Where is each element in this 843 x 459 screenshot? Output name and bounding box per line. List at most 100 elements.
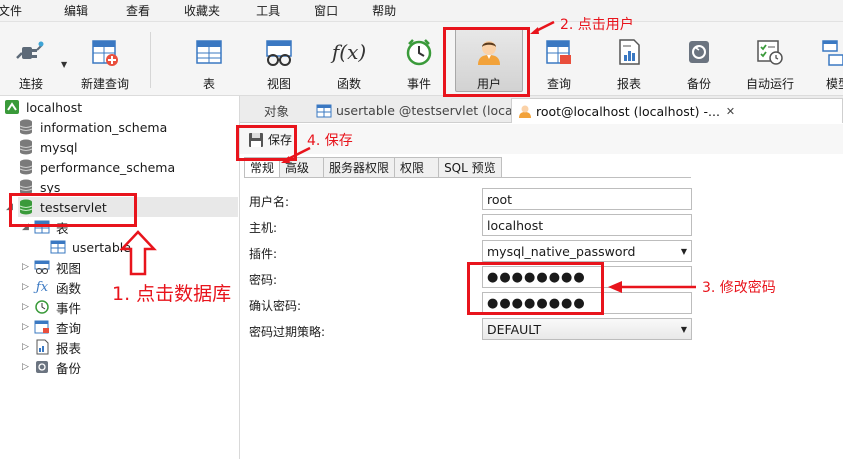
username-input[interactable]: root xyxy=(482,188,692,210)
event-label: 事件 xyxy=(406,77,431,91)
tree-group-functions[interactable]: ƒx 函数 xyxy=(34,277,81,297)
tree-db-information-schema[interactable]: information_schema xyxy=(18,117,167,137)
backup-button[interactable]: 备份 xyxy=(668,28,730,92)
toolbar-separator xyxy=(150,32,151,88)
tab-label: 对象 xyxy=(264,104,290,119)
password-expire-select[interactable]: DEFAULT ▼ xyxy=(482,318,692,340)
annotation-arrow-user xyxy=(530,20,555,34)
tab-user-root[interactable]: root@localhost (localhost) -... ✕ xyxy=(511,98,843,123)
table-icon xyxy=(50,239,66,255)
backup-label: 备份 xyxy=(686,77,711,91)
annotation-step3: 3. 修改密码 xyxy=(702,280,776,296)
expand-arrow-icon[interactable]: ▷ xyxy=(22,302,29,312)
tab-objects[interactable]: 对象 xyxy=(258,98,295,123)
tree-group-views[interactable]: 视图 xyxy=(34,257,81,277)
expand-arrow-icon[interactable]: ▷ xyxy=(22,262,29,272)
db-label: information_schema xyxy=(40,119,168,135)
query-button[interactable]: 查询 xyxy=(528,28,590,92)
password-expire-value: DEFAULT xyxy=(487,321,542,337)
tree-label: 视图 xyxy=(56,260,82,276)
document-tabs: 对象 usertable @testservlet (loca... root@… xyxy=(240,96,843,123)
model-icon xyxy=(816,36,843,67)
query-icon xyxy=(543,36,575,67)
menu-window[interactable]: 窗口 xyxy=(300,0,352,22)
menu-help[interactable]: 帮助 xyxy=(358,0,410,22)
backup-icon xyxy=(683,36,715,67)
view-icon xyxy=(34,259,50,275)
table-icon xyxy=(316,104,332,118)
function-icon: ƒx xyxy=(35,279,49,295)
expand-arrow-icon[interactable]: ▷ xyxy=(22,342,29,352)
view-button[interactable]: 视图 xyxy=(248,28,310,92)
annotation-box-password xyxy=(467,262,604,315)
menu-view[interactable]: 查看 xyxy=(112,0,164,22)
tab-usertable[interactable]: usertable @testservlet (loca... xyxy=(310,98,531,123)
tree-connection-localhost[interactable]: localhost xyxy=(4,97,82,117)
db-label: mysql xyxy=(40,139,78,155)
tab-label: usertable @testservlet (loca... xyxy=(336,103,525,118)
username-value: root xyxy=(487,191,513,207)
chevron-down-icon: ▼ xyxy=(680,246,687,256)
new-query-label: 新建查询 xyxy=(80,77,129,91)
annotation-arrow-password xyxy=(608,281,696,293)
clock-icon xyxy=(34,299,50,315)
tree-db-performance-schema[interactable]: performance_schema xyxy=(18,157,175,177)
model-button[interactable]: 模型 xyxy=(810,28,843,92)
event-button[interactable]: 事件 xyxy=(388,28,450,92)
tree-label: 备份 xyxy=(56,360,82,376)
schedule-button[interactable]: 自动运行 xyxy=(738,28,802,92)
expand-arrow-icon[interactable]: ▷ xyxy=(22,362,29,372)
annotation-step1: 1. 点击数据库 xyxy=(112,283,232,305)
report-label: 报表 xyxy=(616,77,641,91)
tree-group-queries[interactable]: 查询 xyxy=(34,317,81,337)
subtab-sql-preview[interactable]: SQL 预览 xyxy=(439,157,502,178)
new-query-button[interactable]: 新建查询 xyxy=(72,28,138,92)
host-label: 主机: xyxy=(249,221,278,235)
host-input[interactable]: localhost xyxy=(482,214,692,236)
connect-label: 连接 xyxy=(18,77,43,91)
menu-tools[interactable]: 工具 xyxy=(242,0,294,22)
subtab-divider xyxy=(244,177,691,178)
schedule-label: 自动运行 xyxy=(745,77,794,91)
function-button[interactable]: f(x) 函数 xyxy=(318,28,380,92)
report-icon xyxy=(613,36,645,67)
close-icon[interactable]: ✕ xyxy=(726,105,735,118)
menu-edit[interactable]: 编辑 xyxy=(50,0,102,22)
username-label: 用户名: xyxy=(249,195,290,209)
connection-label: localhost xyxy=(26,99,83,115)
annotation-arrow-database xyxy=(119,230,157,276)
query-icon xyxy=(34,319,50,335)
connect-button[interactable]: 连接 xyxy=(0,28,62,92)
tree-group-reports[interactable]: 报表 xyxy=(34,337,81,357)
connect-dropdown-icon[interactable]: ▼ xyxy=(61,60,67,69)
menu-favorites[interactable]: 收藏夹 xyxy=(170,0,234,22)
tab-label: root@localhost (localhost) -... xyxy=(536,103,720,119)
expand-arrow-icon[interactable]: ▷ xyxy=(22,282,29,292)
plugin-select[interactable]: mysql_native_password ▼ xyxy=(482,240,692,262)
plug-icon xyxy=(15,36,47,67)
table-button[interactable]: 表 xyxy=(178,28,240,92)
subtab-server-privileges[interactable]: 服务器权限 xyxy=(324,157,396,178)
tree-label: 事件 xyxy=(56,300,82,316)
host-value: localhost xyxy=(487,217,544,233)
view-icon xyxy=(263,36,295,67)
menu-file[interactable]: 文件 xyxy=(0,0,36,22)
tree-db-mysql[interactable]: mysql xyxy=(18,137,78,157)
report-button[interactable]: 报表 xyxy=(598,28,660,92)
database-icon xyxy=(18,119,34,135)
confirm-password-label: 确认密码: xyxy=(249,299,302,313)
annotation-step2: 2. 点击用户 xyxy=(560,17,634,33)
clock-icon xyxy=(403,36,435,67)
subtab-privileges[interactable]: 权限 xyxy=(395,157,440,178)
expand-arrow-icon[interactable]: ▷ xyxy=(22,322,29,332)
view-label: 视图 xyxy=(266,77,291,91)
backup-icon xyxy=(34,359,50,375)
tree-group-events[interactable]: 事件 xyxy=(34,297,81,317)
annotation-arrow-save xyxy=(281,146,311,163)
new-query-icon xyxy=(89,36,121,67)
query-label: 查询 xyxy=(546,77,571,91)
tree-group-backups[interactable]: 备份 xyxy=(34,357,81,377)
tree-label: 函数 xyxy=(56,280,82,296)
password-expire-label: 密码过期策略: xyxy=(249,325,326,339)
database-icon xyxy=(18,139,34,155)
